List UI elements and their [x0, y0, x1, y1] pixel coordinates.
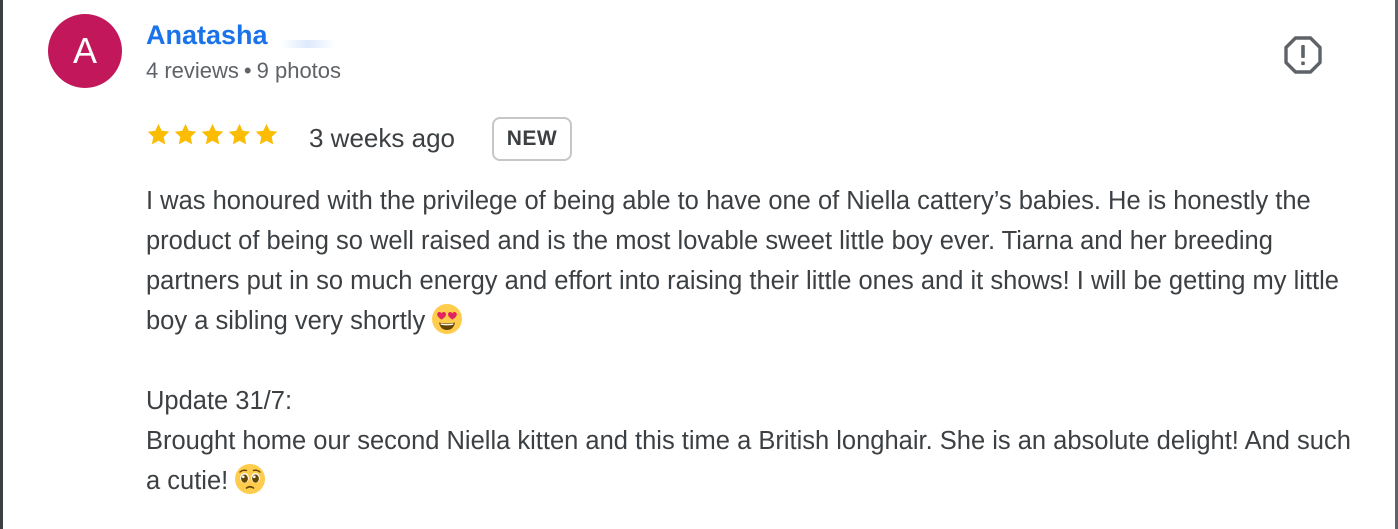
photos-count: 9 photos: [256, 58, 342, 83]
heart-eyes-emoji: [432, 304, 463, 334]
star-icon: [201, 123, 224, 145]
reviewer-meta: 4 reviews • 9 photos: [146, 58, 341, 84]
star-rating: [146, 122, 279, 147]
star-icon: [255, 123, 278, 145]
star-icon: [174, 123, 197, 145]
review-paragraph-1: I was honoured with the privilege of bei…: [146, 181, 1366, 341]
avatar[interactable]: A: [48, 14, 122, 88]
update-heading: Update 31/7:: [146, 387, 293, 415]
new-badge: NEW: [492, 117, 572, 161]
meta-separator: •: [243, 58, 252, 83]
pleading-face-emoji: [235, 464, 266, 494]
star-icon: [228, 123, 251, 145]
review-paragraph-2: Brought home our second Niella kitten an…: [146, 421, 1366, 501]
review-text: I was honoured with the privilege of bei…: [146, 181, 1366, 501]
review-paragraph-1-text: I was honoured with the privilege of bei…: [146, 187, 1339, 335]
report-flag-icon[interactable]: [1284, 36, 1322, 74]
review-paragraph-2-text: Brought home our second Niella kitten an…: [146, 427, 1351, 495]
redacted-surname: [280, 40, 336, 48]
reviews-count: 4 reviews: [146, 58, 239, 83]
star-icon: [147, 123, 170, 145]
review-time: 3 weeks ago: [309, 123, 455, 153]
reviewer-name-link[interactable]: Anatasha: [146, 20, 268, 51]
left-edge-border: [0, 0, 3, 529]
